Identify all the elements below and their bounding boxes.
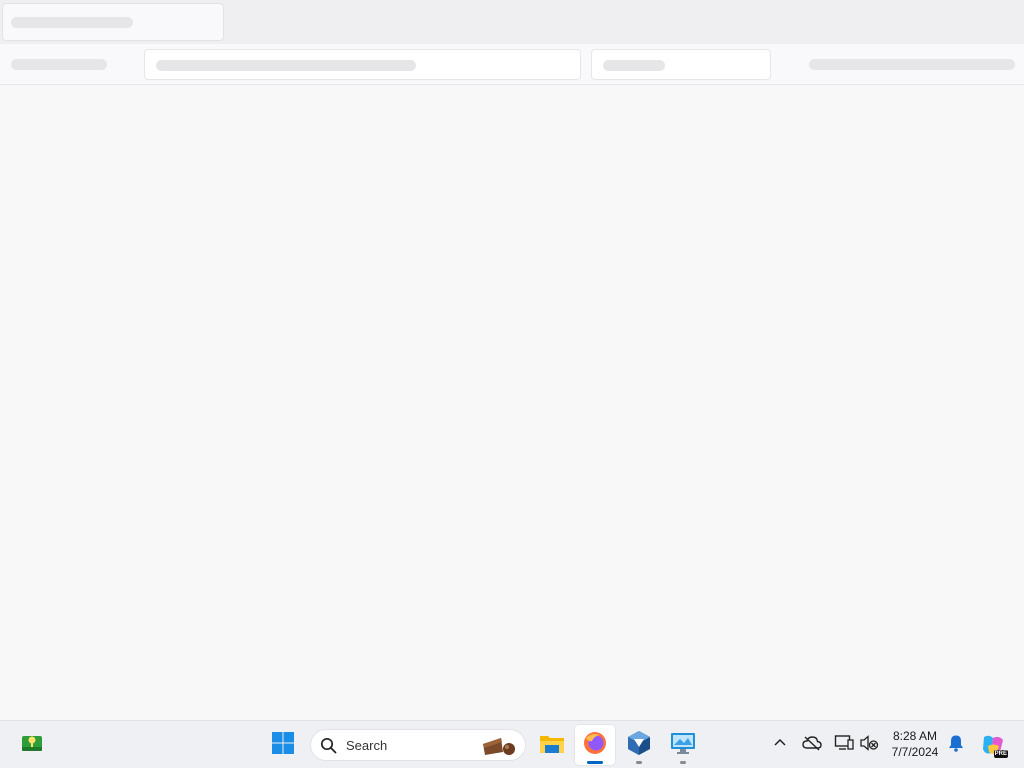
chevron-up-icon — [773, 736, 787, 755]
remote-desktop-button[interactable] — [663, 725, 703, 765]
virtualbox-button[interactable] — [619, 725, 659, 765]
search-bar[interactable] — [591, 49, 771, 80]
virtualbox-icon — [627, 730, 651, 761]
cloud-offline-icon — [802, 735, 822, 756]
search-bar-placeholder — [603, 60, 665, 71]
nav-buttons-placeholder — [11, 59, 107, 70]
running-app-indicator — [680, 761, 686, 764]
file-explorer-icon — [539, 731, 565, 760]
clock-time: 8:28 AM — [892, 729, 938, 743]
remote-desktop-icon — [670, 731, 696, 760]
file-explorer-button[interactable] — [532, 725, 572, 765]
copilot-badge: PRE — [993, 750, 1008, 758]
bell-icon — [948, 734, 964, 757]
taskbar-clock[interactable]: 8:28 AM 7/7/2024 — [884, 728, 946, 760]
active-app-indicator — [587, 761, 603, 764]
tab-strip — [0, 0, 1024, 44]
toolbar-icons-placeholder — [809, 59, 1015, 70]
taskbar: Search 8:28 AM 7/7/2024 PRE — [0, 720, 1024, 768]
clock-date: 7/7/2024 — [891, 745, 939, 759]
taskbar-search-box[interactable]: Search — [310, 729, 526, 761]
search-icon — [320, 737, 337, 759]
start-icon — [271, 731, 295, 760]
notifications-button[interactable] — [944, 733, 968, 757]
running-app-indicator — [636, 761, 642, 764]
browser-tab[interactable] — [2, 3, 224, 41]
network-tray-button[interactable] — [832, 733, 856, 757]
onedrive-tray-button[interactable] — [800, 733, 824, 757]
address-placeholder — [156, 60, 416, 71]
firefox-button[interactable] — [575, 725, 615, 765]
page-content — [0, 85, 1024, 720]
widgets-button[interactable] — [12, 725, 52, 765]
start-button[interactable] — [263, 725, 303, 765]
volume-muted-icon — [859, 734, 879, 757]
tab-title-placeholder — [11, 17, 133, 28]
show-hidden-icons-button[interactable] — [768, 733, 792, 757]
volume-tray-button[interactable] — [857, 733, 881, 757]
navigation-toolbar — [0, 44, 1024, 85]
address-bar[interactable] — [144, 49, 581, 80]
search-placeholder: Search — [346, 738, 388, 753]
search-highlight-icon — [481, 734, 519, 763]
network-icon — [834, 734, 854, 757]
widgets-icon — [20, 731, 44, 760]
browser-window — [0, 0, 1024, 720]
copilot-icon: PRE — [980, 733, 1008, 758]
firefox-icon — [582, 730, 608, 761]
copilot-button[interactable]: PRE — [979, 733, 1008, 758]
